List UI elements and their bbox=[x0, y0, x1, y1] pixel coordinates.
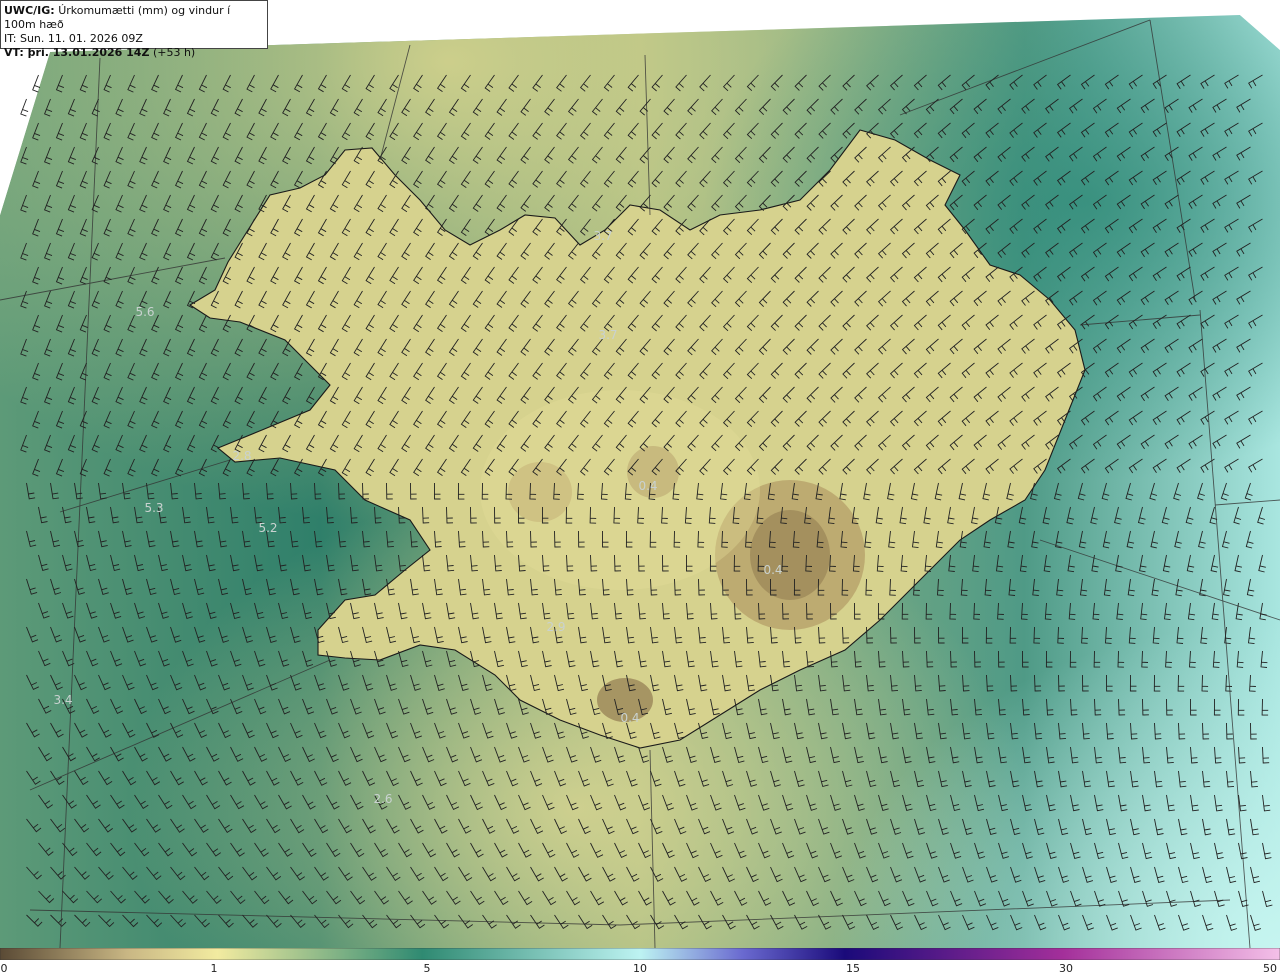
colorbar-tick: 15 bbox=[846, 962, 860, 975]
colorbar-tick: 10 bbox=[633, 962, 647, 975]
colorbar-tick: 1 bbox=[210, 962, 218, 975]
value-label: 3.7 bbox=[598, 328, 618, 342]
value-label: 3.7 bbox=[593, 229, 613, 243]
map-canvas bbox=[0, 0, 1280, 948]
value-label: 0.4 bbox=[620, 711, 640, 725]
colorbar-tick: 30 bbox=[1059, 962, 1073, 975]
value-label: 5.2 bbox=[258, 521, 278, 535]
model-name: UWC/IG: bbox=[4, 4, 55, 17]
colorbar-tick: 5 bbox=[423, 962, 431, 975]
value-label: 3.4 bbox=[53, 693, 73, 707]
colorbar-labels: 0 1 5 10 15 30 50 bbox=[0, 962, 1280, 978]
value-label: 0.4 bbox=[763, 563, 783, 577]
value-label: 2.9 bbox=[546, 620, 566, 634]
colorbar bbox=[0, 948, 1280, 960]
valid-time: VT: þri. 13.01.2026 14Z bbox=[4, 46, 150, 59]
valid-time-line: VT: þri. 13.01.2026 14Z (+53 h) bbox=[4, 46, 264, 60]
init-time: IT: Sun. 11. 01. 2026 09Z bbox=[4, 32, 143, 45]
title-line: UWC/IG: Úrkomumætti (mm) og vindur í 100… bbox=[4, 4, 264, 32]
value-label: 5.6 bbox=[135, 305, 155, 319]
precipitation-map[interactable]: 5.6 3.7 3.7 5.3 5.2 2.8 0.4 0.4 2.9 0.4 … bbox=[0, 0, 1280, 948]
value-label: 0.4 bbox=[638, 479, 658, 493]
colorbar-tick: 0 bbox=[0, 962, 8, 975]
map-info-box: UWC/IG: Úrkomumætti (mm) og vindur í 100… bbox=[0, 0, 268, 59]
colorbar-tick: 50 bbox=[1263, 962, 1277, 975]
value-label: 2.6 bbox=[373, 792, 393, 806]
value-label: 2.8 bbox=[232, 449, 252, 463]
value-label: 5.3 bbox=[144, 501, 164, 515]
forecast-hour: (+53 h) bbox=[152, 46, 196, 59]
